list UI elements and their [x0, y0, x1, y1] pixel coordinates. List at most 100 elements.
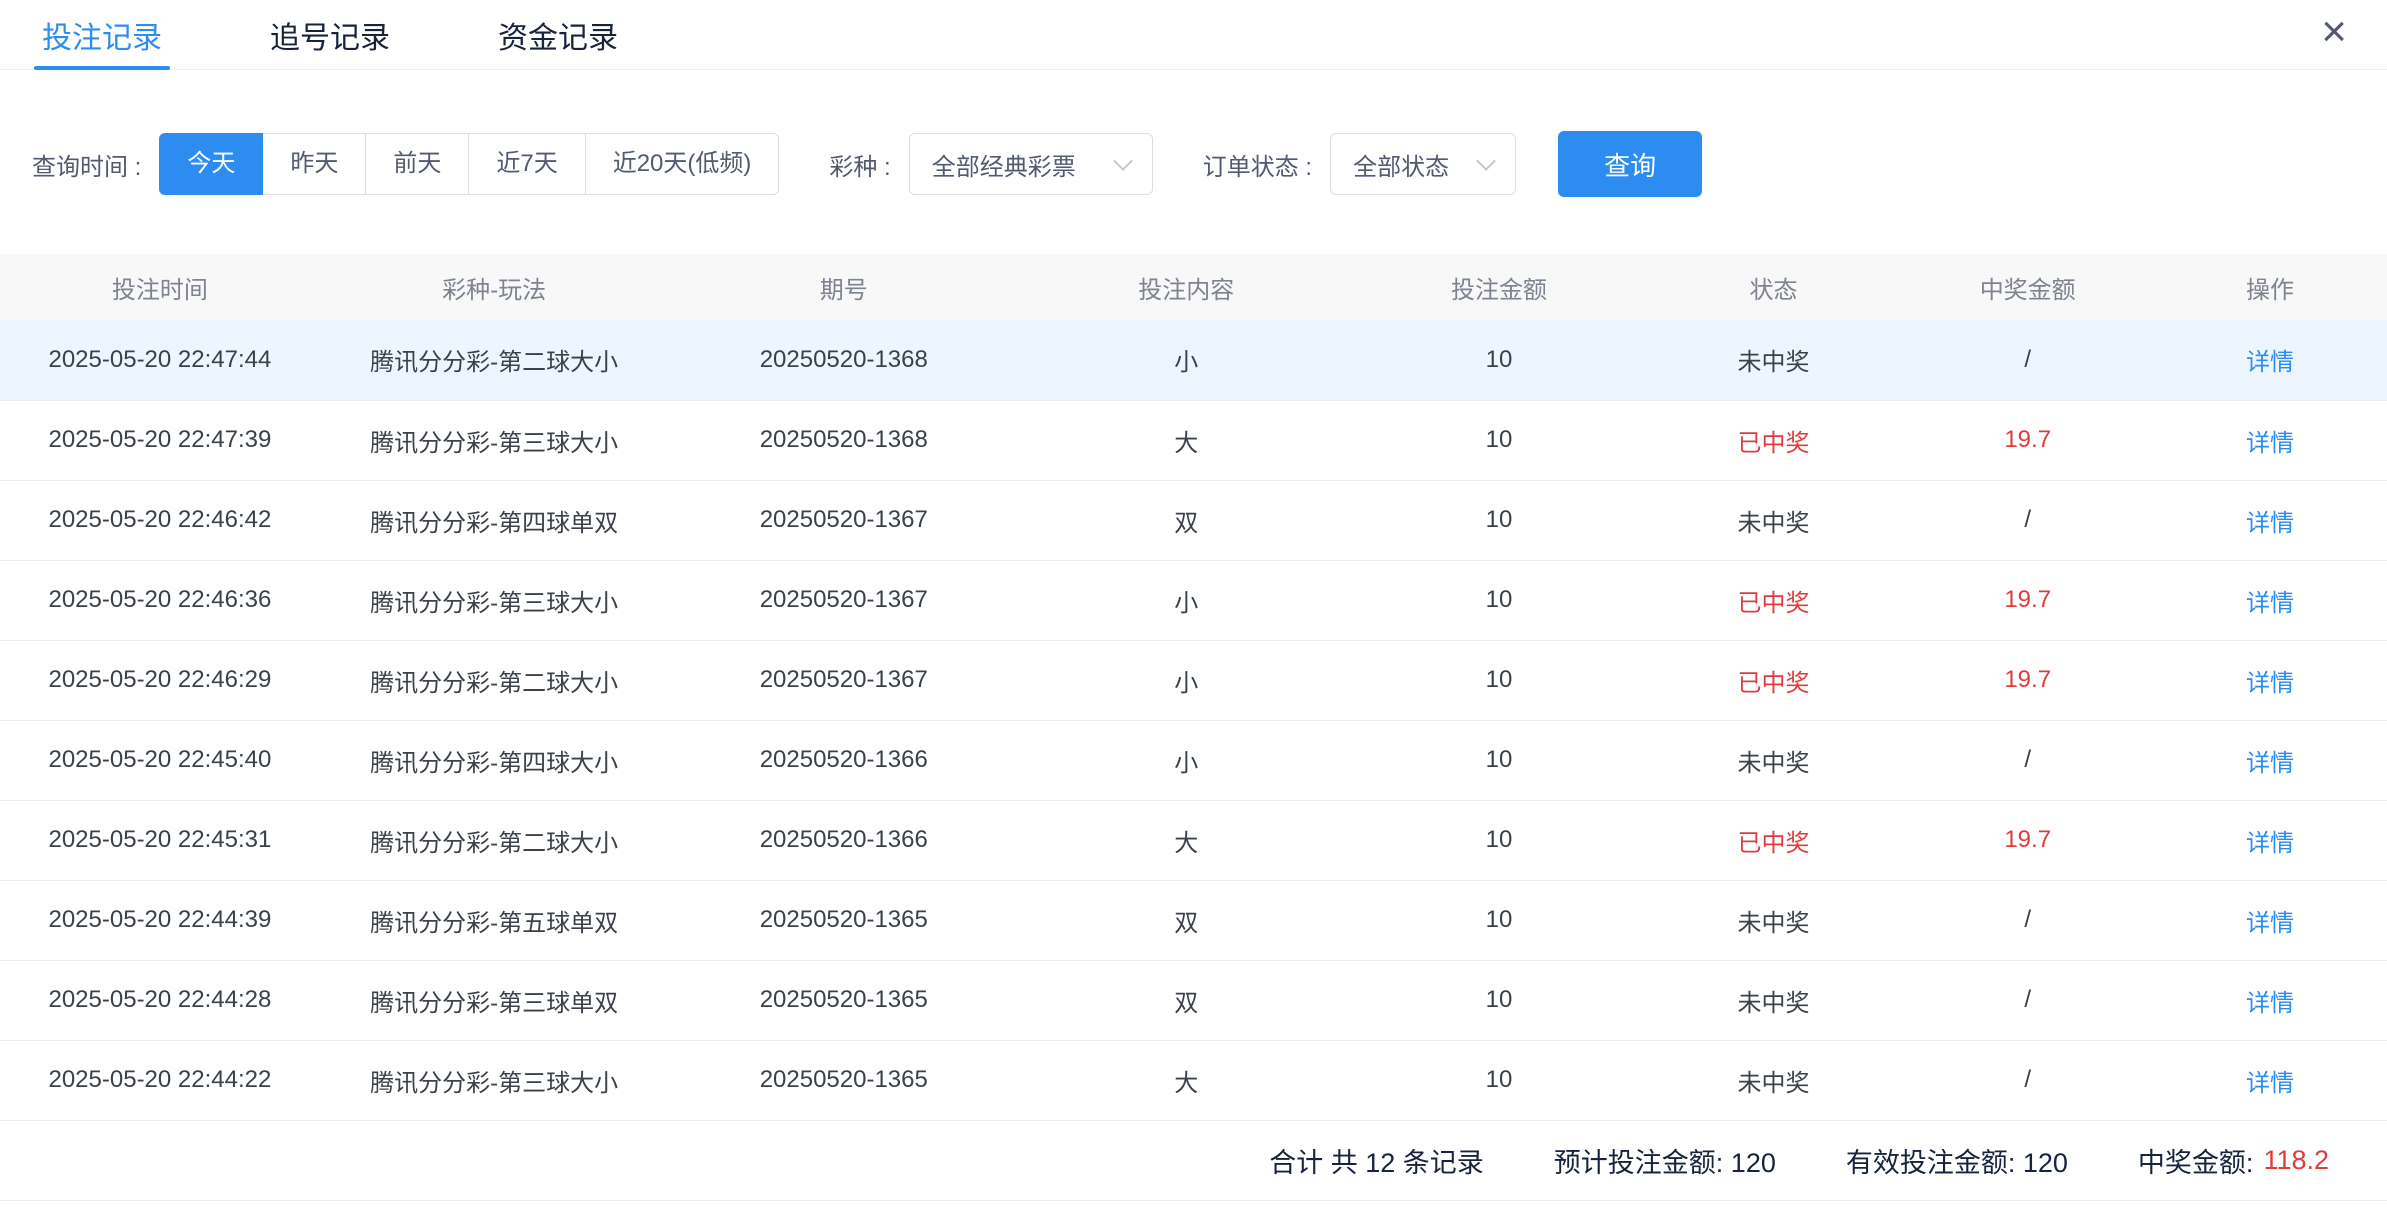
prize-amount-cell: 19.7	[1902, 640, 2153, 720]
time-filter-label: 查询时间 :	[32, 147, 141, 182]
bet-content-cell: 双	[1019, 880, 1353, 960]
detail-link[interactable]: 详情	[2246, 1070, 2294, 1097]
table-row: 2025-05-20 22:45:40腾讯分分彩-第四球大小20250520-1…	[0, 720, 2387, 800]
status-cell: 未中奖	[1645, 720, 1903, 800]
lottery-type-select[interactable]: 全部经典彩票	[909, 133, 1153, 195]
bet-amount-cell: 10	[1353, 880, 1644, 960]
table-row: 2025-05-20 22:46:29腾讯分分彩-第二球大小20250520-1…	[0, 640, 2387, 720]
bet-time-cell: 2025-05-20 22:44:39	[0, 880, 320, 960]
bet-amount-cell: 10	[1353, 320, 1644, 400]
order-status-select[interactable]: 全部状态	[1330, 133, 1516, 195]
action-cell: 详情	[2153, 1040, 2387, 1120]
table-row: 2025-05-20 22:47:44腾讯分分彩-第二球大小20250520-1…	[0, 320, 2387, 400]
bet-content-cell: 小	[1019, 560, 1353, 640]
time-option-20days[interactable]: 近20天(低频)	[585, 133, 780, 195]
tab-bet-records[interactable]: 投注记录	[34, 0, 170, 69]
header-bet-time: 投注时间	[0, 254, 320, 320]
query-button[interactable]: 查询	[1558, 131, 1702, 197]
prize-amount-cell: /	[1902, 480, 2153, 560]
detail-link[interactable]: 详情	[2246, 670, 2294, 697]
prize-amount-cell: /	[1902, 880, 2153, 960]
prize-amount-cell: /	[1902, 320, 2153, 400]
chevron-down-icon	[1113, 151, 1133, 171]
bet-content-cell: 小	[1019, 320, 1353, 400]
game-play-cell: 腾讯分分彩-第四球单双	[320, 480, 669, 560]
issue-cell: 20250520-1365	[668, 960, 1019, 1040]
time-option-yesterday[interactable]: 昨天	[262, 133, 366, 195]
issue-cell: 20250520-1367	[668, 560, 1019, 640]
summary-prize-label: 中奖金额:	[2138, 1141, 2254, 1180]
bet-amount-cell: 10	[1353, 560, 1644, 640]
game-play-cell: 腾讯分分彩-第五球单双	[320, 880, 669, 960]
status-cell: 已中奖	[1645, 640, 1903, 720]
game-play-cell: 腾讯分分彩-第三球大小	[320, 1040, 669, 1120]
bet-amount-cell: 10	[1353, 400, 1644, 480]
table-row: 2025-05-20 22:47:39腾讯分分彩-第三球大小20250520-1…	[0, 400, 2387, 480]
table-row: 2025-05-20 22:45:31腾讯分分彩-第二球大小20250520-1…	[0, 800, 2387, 880]
prize-amount-cell: /	[1902, 1040, 2153, 1120]
detail-link[interactable]: 详情	[2246, 830, 2294, 857]
issue-cell: 20250520-1367	[668, 640, 1019, 720]
header-game-play: 彩种-玩法	[320, 254, 669, 320]
game-play-cell: 腾讯分分彩-第三球大小	[320, 560, 669, 640]
filter-bar: 查询时间 : 今天 昨天 前天 近7天 近20天(低频) 彩种 : 全部经典彩票…	[0, 132, 2387, 196]
summary-expected-amount: 预计投注金额: 120	[1554, 1141, 1776, 1180]
time-option-7days[interactable]: 近7天	[468, 133, 585, 195]
bet-content-cell: 大	[1019, 1040, 1353, 1120]
bet-time-cell: 2025-05-20 22:44:28	[0, 960, 320, 1040]
bet-time-cell: 2025-05-20 22:45:40	[0, 720, 320, 800]
detail-link[interactable]: 详情	[2246, 990, 2294, 1017]
header-issue: 期号	[668, 254, 1019, 320]
status-cell: 已中奖	[1645, 560, 1903, 640]
prize-amount-cell: 19.7	[1902, 800, 2153, 880]
detail-link[interactable]: 详情	[2246, 750, 2294, 777]
detail-link[interactable]: 详情	[2246, 910, 2294, 937]
detail-link[interactable]: 详情	[2246, 349, 2294, 376]
lottery-type-label: 彩种 :	[829, 147, 890, 182]
prize-amount-cell: /	[1902, 960, 2153, 1040]
bet-content-cell: 小	[1019, 640, 1353, 720]
action-cell: 详情	[2153, 560, 2387, 640]
tab-chase-records[interactable]: 追号记录	[262, 0, 398, 69]
close-icon[interactable]: ×	[2321, 6, 2347, 59]
table-header-row: 投注时间 彩种-玩法 期号 投注内容 投注金额 状态 中奖金额 操作	[0, 254, 2387, 320]
summary-bar: 合计 共 12 条记录 预计投注金额: 120 有效投注金额: 120 中奖金额…	[0, 1121, 2387, 1201]
bet-content-cell: 大	[1019, 800, 1353, 880]
status-cell: 已中奖	[1645, 800, 1903, 880]
action-cell: 详情	[2153, 320, 2387, 400]
status-cell: 未中奖	[1645, 960, 1903, 1040]
issue-cell: 20250520-1366	[668, 800, 1019, 880]
tab-fund-records[interactable]: 资金记录	[490, 0, 626, 69]
bet-time-cell: 2025-05-20 22:44:22	[0, 1040, 320, 1120]
summary-total: 合计 共 12 条记录	[1269, 1141, 1484, 1180]
bet-amount-cell: 10	[1353, 960, 1644, 1040]
order-status-label: 订单状态 :	[1203, 147, 1312, 182]
detail-link[interactable]: 详情	[2246, 590, 2294, 617]
tab-bar: 投注记录 追号记录 资金记录 ×	[0, 0, 2387, 70]
bet-content-cell: 小	[1019, 720, 1353, 800]
action-cell: 详情	[2153, 720, 2387, 800]
header-status: 状态	[1645, 254, 1903, 320]
game-play-cell: 腾讯分分彩-第四球大小	[320, 720, 669, 800]
table-row: 2025-05-20 22:44:39腾讯分分彩-第五球单双20250520-1…	[0, 880, 2387, 960]
bet-content-cell: 双	[1019, 960, 1353, 1040]
game-play-cell: 腾讯分分彩-第二球大小	[320, 640, 669, 720]
lottery-type-value: 全部经典彩票	[932, 147, 1076, 182]
issue-cell: 20250520-1368	[668, 320, 1019, 400]
status-cell: 未中奖	[1645, 480, 1903, 560]
header-prize-amount: 中奖金额	[1902, 254, 2153, 320]
issue-cell: 20250520-1365	[668, 880, 1019, 960]
bet-time-cell: 2025-05-20 22:46:42	[0, 480, 320, 560]
detail-link[interactable]: 详情	[2246, 510, 2294, 537]
order-status-value: 全部状态	[1353, 147, 1449, 182]
time-option-today[interactable]: 今天	[159, 133, 263, 195]
bet-amount-cell: 10	[1353, 800, 1644, 880]
records-table: 投注时间 彩种-玩法 期号 投注内容 投注金额 状态 中奖金额 操作 2025-…	[0, 254, 2387, 1121]
time-range-group: 今天 昨天 前天 近7天 近20天(低频)	[159, 133, 779, 195]
detail-link[interactable]: 详情	[2246, 430, 2294, 457]
chevron-down-icon	[1476, 151, 1496, 171]
action-cell: 详情	[2153, 640, 2387, 720]
time-option-day-before[interactable]: 前天	[365, 133, 469, 195]
header-bet-amount: 投注金额	[1353, 254, 1644, 320]
prize-amount-cell: 19.7	[1902, 560, 2153, 640]
